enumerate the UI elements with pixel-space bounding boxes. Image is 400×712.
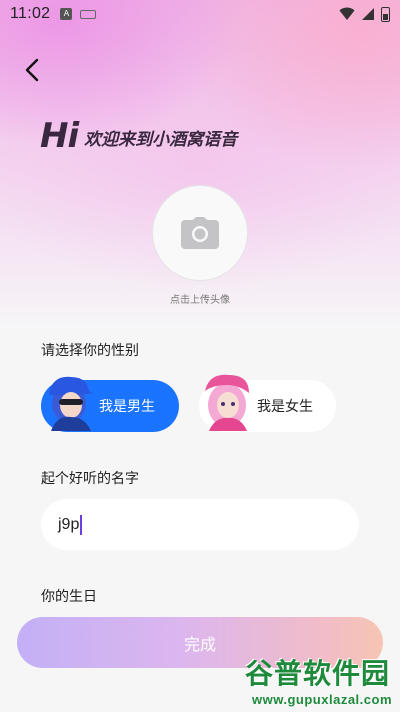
- male-avatar-icon: [49, 376, 93, 431]
- welcome-text: 欢迎来到小酒窝语音: [84, 130, 238, 150]
- keyboard-icon: [80, 9, 97, 19]
- battery-icon: [381, 6, 390, 22]
- female-avatar-icon: [205, 374, 249, 431]
- site-watermark: 谷普软件园 www.gupuxlazal.com: [216, 650, 400, 712]
- gender-section-label: 请选择你的性别: [41, 343, 139, 359]
- name-section-label: 起个好听的名字: [41, 471, 139, 487]
- watermark-title: 谷普软件园: [244, 657, 390, 690]
- text-caret: [80, 514, 83, 535]
- status-icons: [339, 6, 390, 22]
- wifi-icon: [339, 7, 355, 20]
- avatar-upload-hint: 点击上传头像: [170, 295, 230, 306]
- back-button[interactable]: [20, 58, 44, 82]
- gender-male-button[interactable]: 我是男生: [41, 376, 179, 432]
- name-input[interactable]: j9p: [41, 499, 359, 550]
- chevron-left-icon: [25, 58, 39, 82]
- status-time: 11:02: [10, 5, 51, 22]
- app-notification-icon: A: [60, 8, 73, 20]
- gender-male-label: 我是男生: [99, 399, 155, 415]
- avatar-upload-button[interactable]: [152, 185, 248, 281]
- done-button-label: 完成: [183, 634, 216, 654]
- hi-logo-text: Hi: [40, 116, 79, 156]
- welcome-banner: Hi 欢迎来到小酒窝语音: [40, 116, 237, 156]
- camera-icon: [181, 217, 219, 249]
- name-input-value: j9p: [58, 515, 80, 533]
- birthday-section-label: 你的生日: [41, 589, 97, 605]
- cellular-signal-icon: [362, 8, 374, 20]
- gender-female-button[interactable]: 我是女生: [199, 374, 336, 432]
- status-bar: 11:02 A: [0, 0, 400, 28]
- gender-female-label: 我是女生: [257, 399, 313, 415]
- watermark-url: www.gupuxlazal.com: [252, 692, 392, 707]
